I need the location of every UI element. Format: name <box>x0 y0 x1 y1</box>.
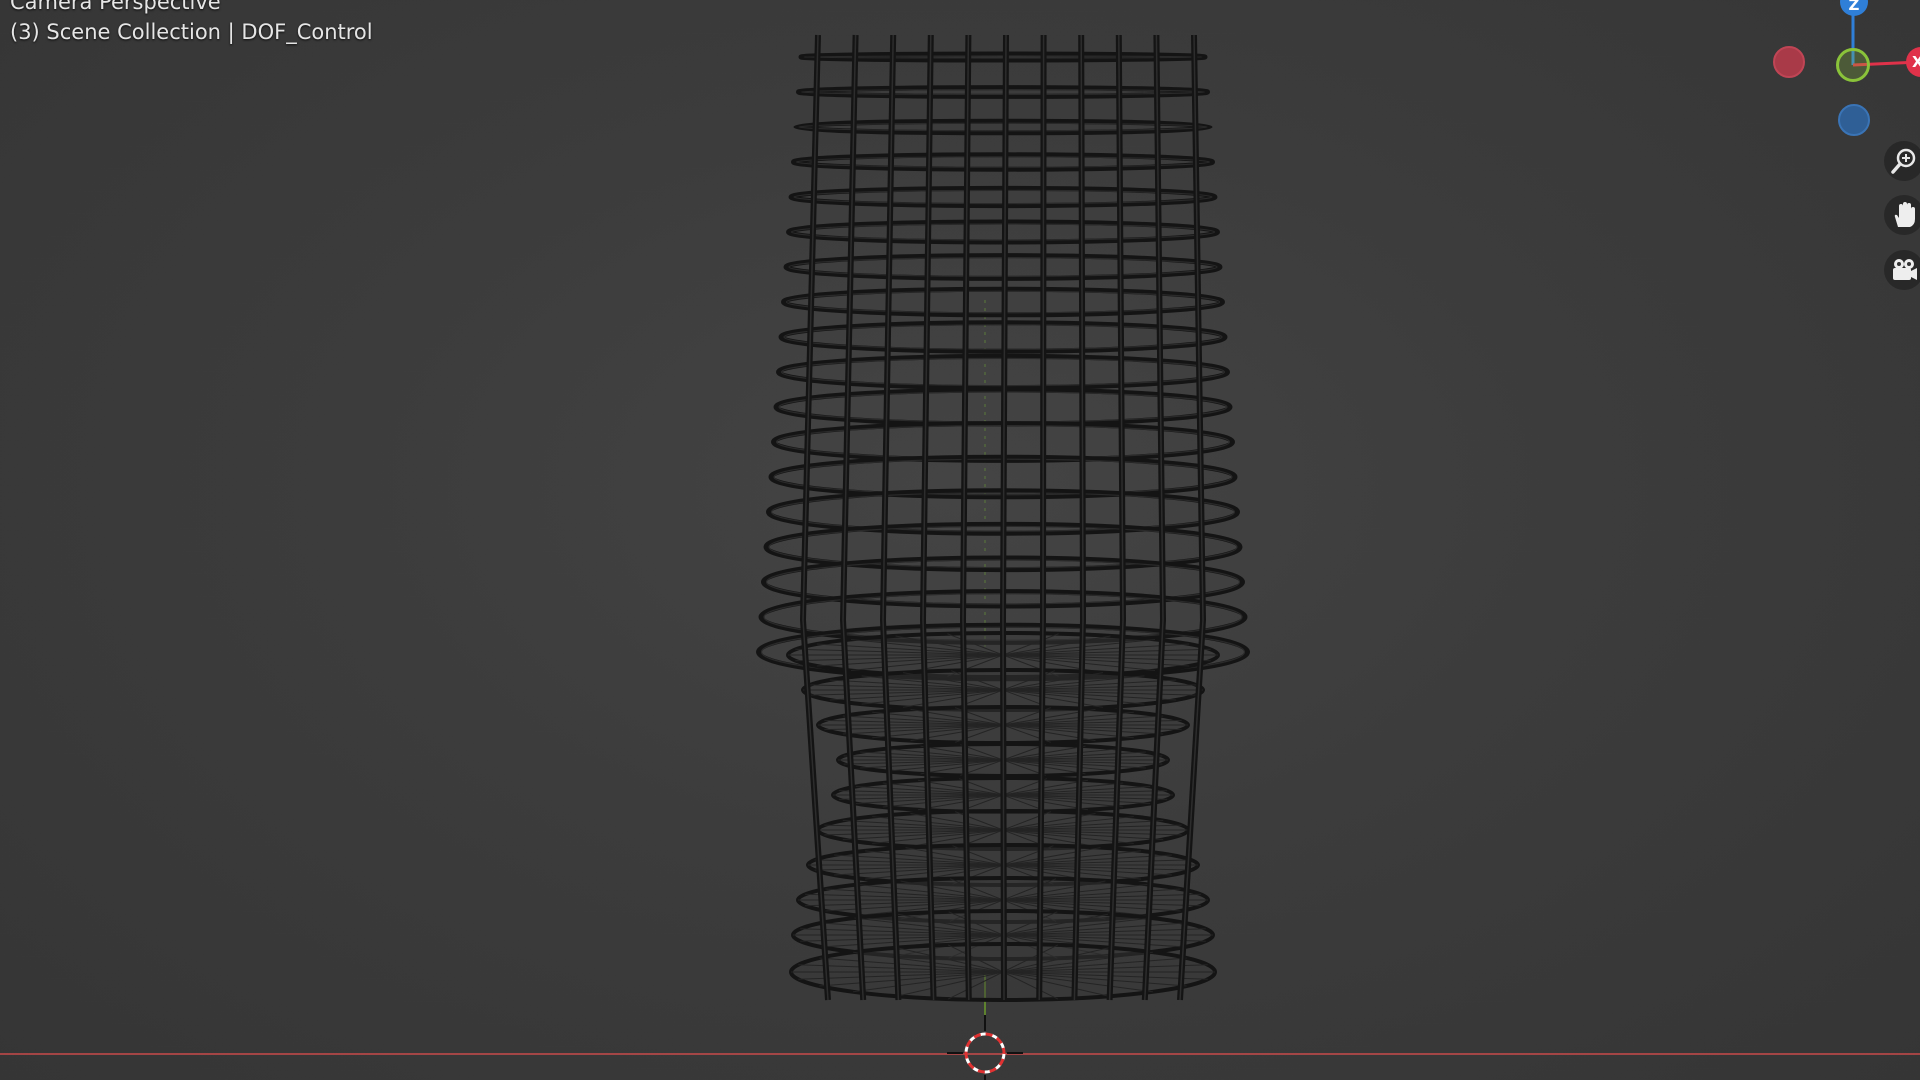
zoom-icon <box>1891 148 1916 174</box>
wireframe-mesh[interactable] <box>756 34 1250 1002</box>
hand-icon <box>1894 202 1915 227</box>
gizmo-neg-x-axis[interactable] <box>1773 46 1805 78</box>
camera-view-button[interactable] <box>1884 250 1920 290</box>
3d-cursor[interactable] <box>947 1015 1023 1080</box>
gizmo-neg-z-axis[interactable] <box>1838 104 1870 136</box>
gizmo-y-axis[interactable] <box>1836 48 1870 82</box>
pan-button[interactable] <box>1884 195 1920 235</box>
mesh-bar <box>1177 34 1207 1001</box>
scene-canvas[interactable] <box>0 0 1920 1080</box>
collection-label: (3) Scene Collection | DOF_Control <box>10 20 373 44</box>
zoom-button[interactable] <box>1884 141 1920 181</box>
3d-viewport[interactable]: Camera Perspective (3) Scene Collection … <box>0 0 1920 1080</box>
view-name-label: Camera Perspective <box>10 0 221 14</box>
navigation-gizmo[interactable]: Z X <box>1760 0 1920 140</box>
camera-icon <box>1893 259 1917 280</box>
